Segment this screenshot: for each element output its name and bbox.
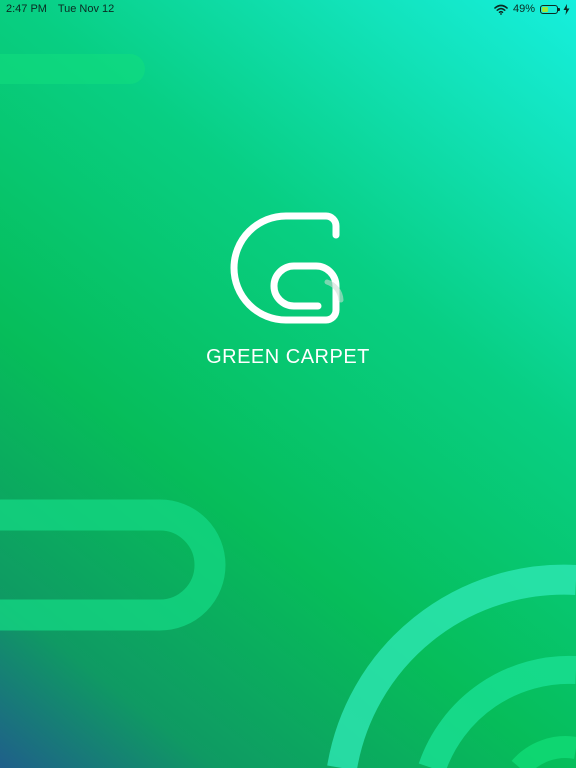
- green-carpet-logo-icon: [230, 212, 344, 324]
- bottom-right-middle-arc: [418, 655, 576, 768]
- status-right: 49%: [494, 0, 570, 18]
- battery-level: [542, 6, 548, 12]
- bottom-right-inner-arc: [511, 736, 576, 768]
- status-date: Tue Nov 12: [57, 3, 115, 15]
- wifi-icon: [494, 4, 508, 15]
- status-bar: 2:47 PM Tue Nov 12 49%: [0, 0, 576, 18]
- brand-name: GREEN CARPET: [206, 346, 370, 368]
- left-rounded-band: [0, 499, 226, 631]
- charging-bolt-icon: [563, 3, 570, 15]
- battery-percent: 49%: [512, 3, 535, 15]
- status-time: 2:47 PM: [6, 3, 47, 15]
- bottom-right-outer-arc: [327, 564, 576, 768]
- background-decoration: [0, 54, 576, 768]
- battery-icon: [540, 4, 560, 14]
- status-left: 2:47 PM Tue Nov 12: [6, 0, 122, 18]
